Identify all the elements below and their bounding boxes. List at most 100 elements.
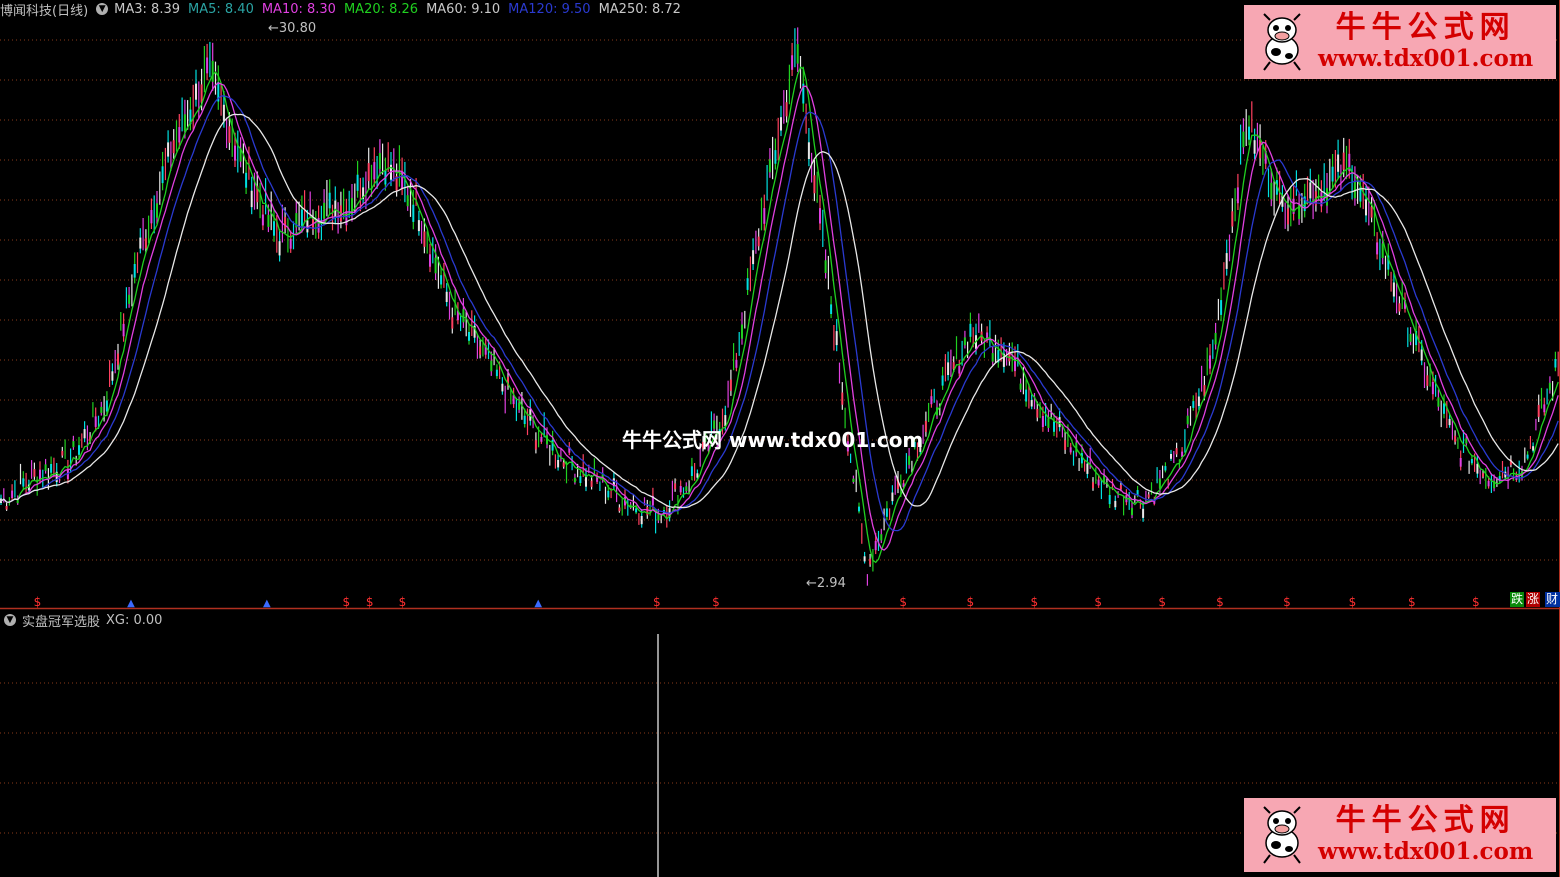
sell-signal-marker: $ [1408, 595, 1416, 609]
price-candle-body [1470, 459, 1473, 464]
cow-logo-icon [1263, 13, 1301, 71]
price-candle-body [462, 309, 465, 323]
price-candle-body [1431, 382, 1434, 395]
price-candle-body [1253, 140, 1256, 154]
price-candle-body [1420, 349, 1423, 361]
price-candle-body [1398, 303, 1401, 312]
sub-menu-icon[interactable]: ▼ [4, 614, 16, 626]
price-candle-body [250, 190, 253, 208]
price-candle-body [234, 145, 236, 161]
price-candle-body [774, 150, 777, 164]
price-candle-body [1064, 440, 1067, 450]
price-candle-body [5, 506, 8, 510]
sub-panel-title[interactable]: 实盘冠军选股 [22, 611, 100, 630]
price-candle-body [94, 416, 97, 427]
price-candle-body [1030, 400, 1033, 407]
price-candle-body [172, 140, 175, 154]
price-candle-body [328, 192, 331, 209]
price-candle-body [863, 556, 866, 562]
price-candle-body [1287, 208, 1289, 225]
price-candle-body [284, 217, 287, 229]
stock-title[interactable]: 博闻科技(日线) [0, 0, 88, 19]
ma120-value: MA120: 9.50 [508, 1, 591, 17]
watermark-bottom: 牛牛公式网 www.tdx001.com [1244, 798, 1556, 872]
price-candle-body [885, 508, 888, 517]
price-candle-body [1448, 418, 1451, 426]
price-candle-body [573, 477, 576, 483]
price-candle-body [562, 462, 565, 467]
price-candle-body [1370, 206, 1373, 218]
price-candle-body [1047, 418, 1050, 428]
price-candle-body [373, 162, 376, 180]
price-candle-body [406, 195, 409, 207]
price-candle-body [490, 360, 493, 372]
ma20-value: MA20: 8.26 [343, 1, 419, 17]
price-candle-body [746, 278, 749, 290]
price-candle-body [1543, 404, 1546, 413]
price-candle-body [640, 516, 643, 525]
price-candle-body [83, 429, 86, 439]
price-candle-body [1242, 131, 1245, 148]
price-candle-body [807, 142, 810, 159]
price-candle-body [991, 353, 994, 362]
price-candle-body [39, 469, 41, 480]
price-candle-body [1537, 404, 1540, 417]
watermark-top: 牛牛公式网 www.tdx001.com [1244, 5, 1556, 79]
sell-signal-marker: $ [342, 595, 350, 609]
buy-signal-marker: ▲ [263, 598, 271, 609]
price-candle-body [835, 331, 838, 346]
price-candle-body [780, 117, 782, 131]
price-candle-body [501, 383, 504, 392]
price-candle-body [100, 406, 103, 413]
fall-badge[interactable]: 跌 [1510, 592, 1525, 607]
price-candle-body [1331, 166, 1334, 182]
rise-badge[interactable]: 涨 [1526, 592, 1541, 607]
price-candle-body [1209, 355, 1211, 369]
price-candle-body [880, 534, 883, 541]
price-candle-body [167, 142, 170, 157]
price-candle-body [1476, 463, 1479, 474]
price-candle-body [211, 60, 214, 82]
center-watermark: 牛牛公式网 www.tdx001.com [622, 428, 924, 452]
price-candle-body [1454, 435, 1457, 442]
high-price-arrow: ← [268, 21, 279, 36]
price-candle-body [924, 421, 927, 432]
price-candle-body [891, 492, 894, 502]
price-candle-body [690, 466, 693, 476]
price-candle-body [61, 450, 64, 456]
high-price-value: 30.80 [278, 21, 317, 36]
sub-panel-xg: XG: 0.00 [106, 612, 163, 628]
price-candle-body [468, 332, 470, 341]
price-candle-body [1086, 463, 1089, 474]
price-candle-body [300, 209, 303, 226]
sell-signal-marker: $ [966, 595, 974, 609]
price-candle-body [1220, 300, 1223, 315]
price-candle-body [752, 250, 755, 265]
price-candle-body [1309, 182, 1312, 199]
main-price-chart[interactable]: $ $ $ $ $ $ $ $ $ $ $ $ $ $ $ $ ▲ ▲ ▲ [0, 0, 1560, 610]
legend-menu-icon[interactable]: ▼ [96, 3, 109, 15]
price-candle-body [1142, 508, 1145, 518]
price-candle-body [1459, 458, 1462, 467]
price-candle-body [941, 375, 944, 386]
price-candle-body [1036, 408, 1039, 418]
sell-signal-marker: $ [366, 595, 374, 609]
finance-badge[interactable]: 财 [1545, 592, 1560, 607]
price-candle-body [585, 476, 587, 487]
price-candle-body [1270, 182, 1273, 200]
watermark-brand: 牛牛公式网 [1335, 803, 1516, 838]
price-candle-body [44, 464, 47, 471]
price-candle-body [852, 478, 855, 483]
price-candle-body [1392, 282, 1395, 297]
price-candle-body [657, 514, 660, 521]
price-candle-body [133, 264, 136, 278]
price-candle-body [11, 490, 14, 498]
price-candle-body [841, 392, 844, 405]
price-candle-body [128, 294, 131, 304]
price-candle-body [1192, 401, 1195, 408]
price-candle-body [150, 210, 153, 224]
price-candle-body [1225, 253, 1228, 269]
sell-signal-marker: $ [1158, 595, 1166, 609]
price-candle-body [139, 237, 142, 249]
sell-signal-marker: $ [899, 595, 907, 609]
